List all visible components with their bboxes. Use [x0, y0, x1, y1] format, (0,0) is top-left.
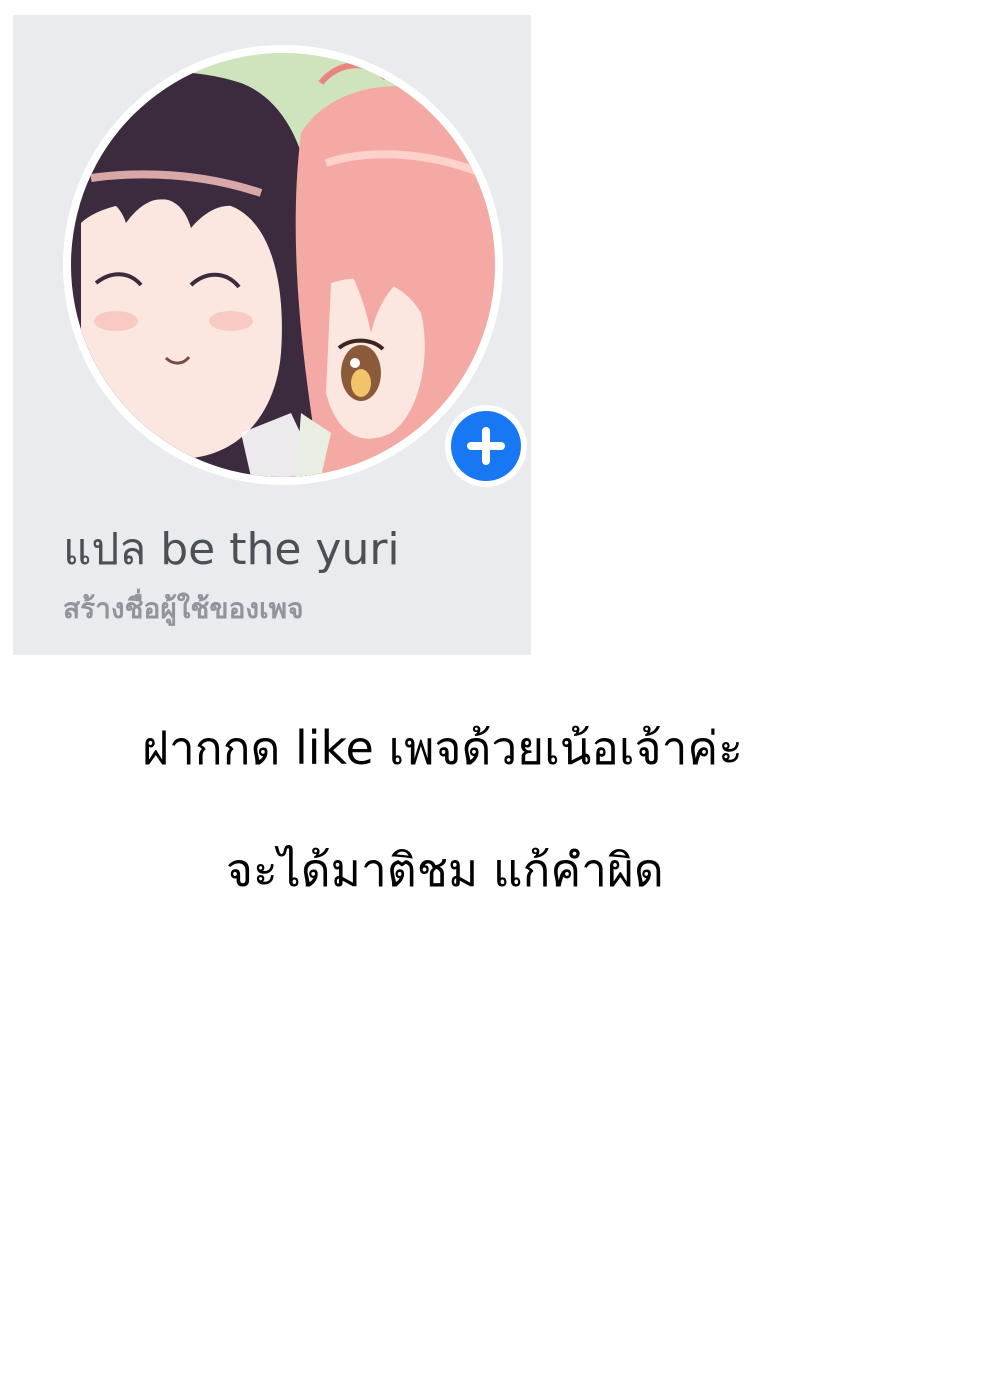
- add-username-button[interactable]: [445, 405, 527, 487]
- plus-icon: [467, 427, 505, 465]
- avatar-ring: [63, 45, 527, 487]
- page-avatar[interactable]: [71, 53, 495, 477]
- message-line-1: ฝากกด like เพจด้วยเน้อเจ้าค่ะ: [142, 721, 743, 775]
- page-profile-card: แปล be the yuri สร้างชื่อผู้ใช้ของเพจ: [13, 15, 531, 655]
- avatar-illustration: [71, 53, 495, 477]
- page-name: แปล be the yuri: [63, 524, 400, 575]
- create-username-link[interactable]: สร้างชื่อผู้ใช้ของเพจ: [63, 587, 304, 631]
- message-line-2: จะได้มาติชม แก้คำผิด: [226, 843, 664, 897]
- add-button-circle[interactable]: [451, 411, 521, 481]
